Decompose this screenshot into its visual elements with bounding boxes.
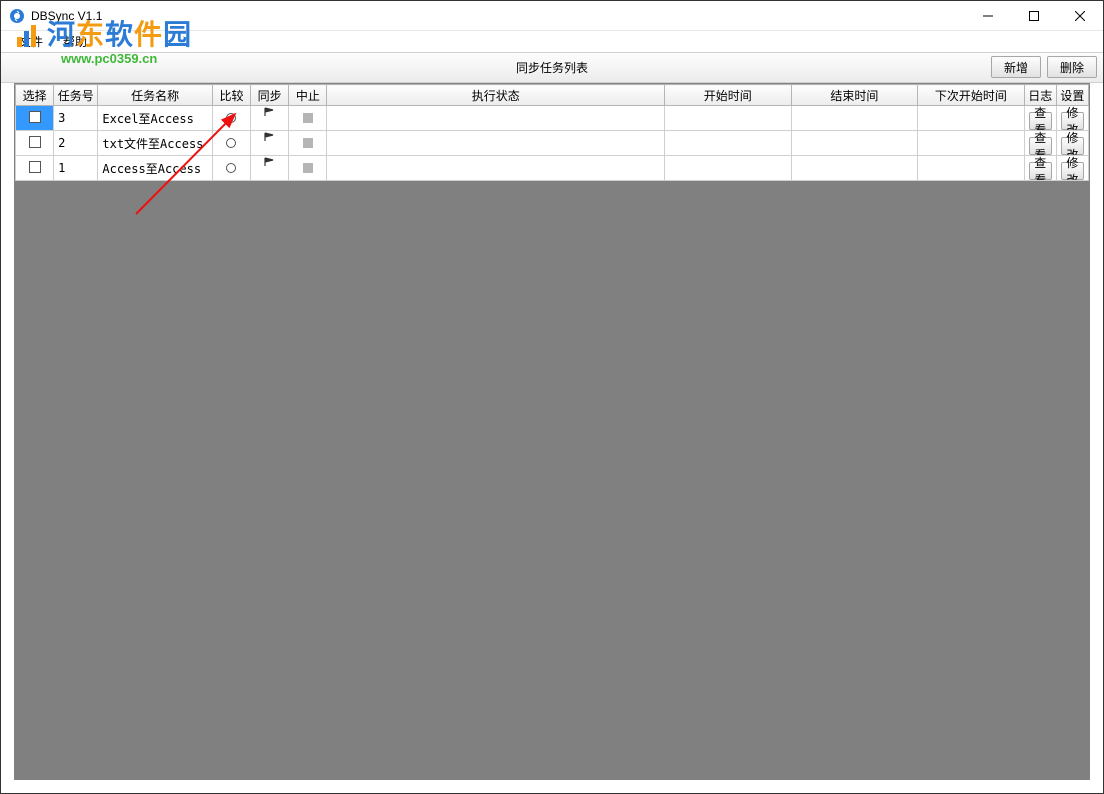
modify-button[interactable]: 修改 (1061, 137, 1084, 155)
flag-icon (255, 131, 284, 155)
col-compare[interactable]: 比较 (212, 85, 250, 106)
col-select[interactable]: 选择 (16, 85, 54, 106)
app-icon (9, 8, 25, 24)
taskname-cell: Excel至Access (98, 106, 213, 131)
table-row[interactable]: 2txt文件至Access 查看修改 (16, 131, 1089, 156)
view-button[interactable]: 查看 (1029, 112, 1052, 130)
log-cell: 查看 (1024, 106, 1056, 131)
modify-button[interactable]: 修改 (1061, 162, 1084, 180)
toolbar: 同步任务列表 新增 删除 (1, 53, 1103, 83)
add-button[interactable]: 新增 (991, 56, 1041, 78)
view-button[interactable]: 查看 (1029, 137, 1052, 155)
status-cell (327, 106, 665, 131)
menu-help[interactable]: 帮助 (53, 31, 97, 52)
col-taskno[interactable]: 任务号 (54, 85, 98, 106)
table-row[interactable]: 1Access至Access 查看修改 (16, 156, 1089, 181)
settings-cell: 修改 (1056, 131, 1088, 156)
next-cell (918, 156, 1024, 181)
start-cell (664, 131, 791, 156)
col-start[interactable]: 开始时间 (664, 85, 791, 106)
window-title: DBSync V1.1 (31, 9, 102, 23)
close-button[interactable] (1057, 1, 1103, 31)
stop-cell[interactable] (289, 106, 327, 131)
next-cell (918, 131, 1024, 156)
grid-container: 选择 任务号 任务名称 比较 同步 中止 执行状态 开始时间 结束时间 下次开始… (14, 83, 1090, 780)
view-button[interactable]: 查看 (1029, 162, 1052, 180)
taskno-cell: 2 (54, 131, 98, 156)
status-cell (327, 156, 665, 181)
minimize-button[interactable] (965, 1, 1011, 31)
maximize-button[interactable] (1011, 1, 1057, 31)
stop-icon (303, 113, 313, 123)
compare-cell[interactable] (212, 131, 250, 156)
grid-header-row: 选择 任务号 任务名称 比较 同步 中止 执行状态 开始时间 结束时间 下次开始… (16, 85, 1089, 106)
stop-cell[interactable] (289, 131, 327, 156)
col-log[interactable]: 日志 (1024, 85, 1056, 106)
checkbox-icon[interactable] (29, 136, 41, 148)
titlebar: DBSync V1.1 (1, 1, 1103, 31)
end-cell (791, 106, 918, 131)
taskname-cell: Access至Access (98, 156, 213, 181)
circle-icon (226, 163, 236, 173)
end-cell (791, 156, 918, 181)
circle-icon (226, 138, 236, 148)
col-next[interactable]: 下次开始时间 (918, 85, 1024, 106)
next-cell (918, 106, 1024, 131)
compare-cell[interactable] (212, 156, 250, 181)
checkbox-icon[interactable] (29, 161, 41, 173)
select-cell[interactable] (16, 106, 54, 131)
col-sync[interactable]: 同步 (251, 85, 289, 106)
col-end[interactable]: 结束时间 (791, 85, 918, 106)
table-row[interactable]: 3Excel至Access 查看修改 (16, 106, 1089, 131)
sync-cell[interactable] (251, 106, 289, 131)
flag-icon (255, 106, 284, 130)
end-cell (791, 131, 918, 156)
menu-file[interactable]: 文件 (9, 31, 53, 52)
select-cell[interactable] (16, 156, 54, 181)
taskno-cell: 3 (54, 106, 98, 131)
stop-cell[interactable] (289, 156, 327, 181)
flag-icon (255, 156, 284, 180)
taskno-cell: 1 (54, 156, 98, 181)
list-title: 同步任务列表 (1, 59, 1103, 76)
settings-cell: 修改 (1056, 156, 1088, 181)
compare-cell[interactable] (212, 106, 250, 131)
menubar: 文件 帮助 (1, 31, 1103, 53)
col-status[interactable]: 执行状态 (327, 85, 665, 106)
stop-icon (303, 163, 313, 173)
col-stop[interactable]: 中止 (289, 85, 327, 106)
task-grid: 选择 任务号 任务名称 比较 同步 中止 执行状态 开始时间 结束时间 下次开始… (15, 84, 1089, 181)
taskname-cell: txt文件至Access (98, 131, 213, 156)
log-cell: 查看 (1024, 156, 1056, 181)
settings-cell: 修改 (1056, 106, 1088, 131)
stop-icon (303, 138, 313, 148)
checkbox-icon[interactable] (29, 111, 41, 123)
start-cell (664, 106, 791, 131)
start-cell (664, 156, 791, 181)
circle-icon (226, 113, 236, 123)
select-cell[interactable] (16, 131, 54, 156)
delete-button[interactable]: 删除 (1047, 56, 1097, 78)
status-cell (327, 131, 665, 156)
col-set[interactable]: 设置 (1056, 85, 1088, 106)
sync-cell[interactable] (251, 131, 289, 156)
col-name[interactable]: 任务名称 (98, 85, 213, 106)
modify-button[interactable]: 修改 (1061, 112, 1084, 130)
log-cell: 查看 (1024, 131, 1056, 156)
sync-cell[interactable] (251, 156, 289, 181)
